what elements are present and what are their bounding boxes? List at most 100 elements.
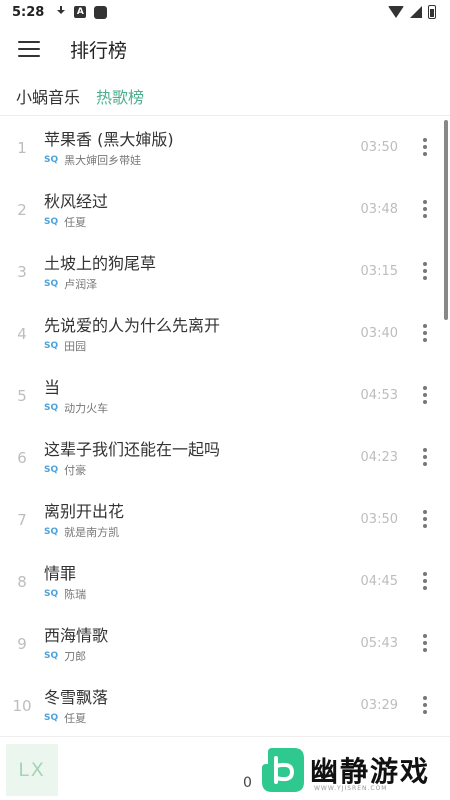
song-title: 离别开出花 — [44, 502, 125, 521]
quality-badge: SQ — [44, 341, 59, 351]
song-artist: 任夏 — [64, 216, 87, 229]
song-meta: SQ 动力火车 — [44, 400, 108, 416]
quality-badge: SQ — [44, 217, 59, 227]
song-rank: 7 — [17, 511, 27, 529]
player-cover[interactable]: LX — [6, 744, 58, 796]
more-options-icon[interactable] — [420, 200, 430, 218]
song-duration: 03:15 — [360, 264, 398, 279]
song-rank: 8 — [17, 573, 27, 591]
song-duration: 03:40 — [360, 326, 398, 341]
battery-icon — [428, 5, 436, 19]
quality-badge: SQ — [44, 279, 59, 289]
wifi-icon — [388, 6, 404, 18]
quality-badge: SQ — [44, 713, 59, 723]
quality-badge: SQ — [44, 403, 59, 413]
watermark-logo: 幽静游戏 WWW.YJISREN.COM — [262, 748, 442, 794]
song-duration: 03:50 — [360, 140, 398, 155]
quality-badge: SQ — [44, 527, 59, 537]
song-row[interactable]: 2 秋风经过 SQ 任夏 03:48 — [0, 178, 450, 240]
signal-icon — [410, 6, 422, 18]
song-artist: 刀郎 — [64, 650, 87, 663]
song-artist: 就是南方凯 — [64, 526, 120, 539]
song-row[interactable]: 9 西海情歌 SQ 刀郎 05:43 — [0, 612, 450, 674]
toolbar: 排行榜 — [0, 24, 450, 74]
status-bar: 5:28 A — [0, 0, 450, 24]
more-options-icon[interactable] — [420, 262, 430, 280]
song-row[interactable]: 6 这辈子我们还能在一起吗 SQ 付豪 04:23 — [0, 426, 450, 488]
watermark-name: 幽静游戏 — [310, 755, 431, 788]
song-meta: SQ 卢润泽 — [44, 276, 97, 292]
song-duration: 03:50 — [360, 512, 398, 527]
more-options-icon[interactable] — [420, 386, 430, 404]
download-icon — [56, 6, 66, 18]
song-meta: SQ 陈瑞 — [44, 586, 86, 602]
song-duration: 04:45 — [360, 574, 398, 589]
song-rank: 10 — [12, 697, 32, 715]
song-artist: 付豪 — [64, 464, 87, 477]
song-duration: 03:29 — [360, 698, 398, 713]
app-a-icon: A — [74, 6, 87, 18]
song-rank: 9 — [17, 635, 27, 653]
song-row[interactable]: 10 冬雪飘落 SQ 任夏 03:29 — [0, 674, 450, 736]
app-square-icon — [94, 5, 108, 19]
song-duration: 04:53 — [360, 388, 398, 403]
song-title: 这辈子我们还能在一起吗 — [44, 440, 221, 459]
song-row[interactable]: 5 当 SQ 动力火车 04:53 — [0, 364, 450, 426]
song-meta: SQ 刀郎 — [44, 648, 86, 664]
song-rank: 5 — [17, 387, 27, 405]
watermark-url: WWW.YJISREN.COM — [314, 785, 388, 792]
song-rank: 1 — [17, 139, 27, 157]
song-rank: 4 — [17, 325, 27, 343]
song-duration: 05:43 — [360, 636, 398, 651]
player-progress: 0 — [243, 775, 252, 791]
song-title: 秋风经过 — [44, 192, 109, 211]
song-meta: SQ 任夏 — [44, 710, 86, 726]
status-time: 5:28 — [12, 4, 45, 20]
song-row[interactable]: 3 土坡上的狗尾草 SQ 卢润泽 03:15 — [0, 240, 450, 302]
song-title: 苹果香 (黑大婶版) — [44, 130, 174, 149]
more-options-icon[interactable] — [420, 572, 430, 590]
more-options-icon[interactable] — [420, 510, 430, 528]
scrollbar[interactable] — [444, 120, 448, 320]
tab-xiaowo-music[interactable]: 小蜗音乐 — [16, 84, 80, 108]
source-tabs: 小蜗音乐 热歌榜 — [0, 78, 450, 114]
song-meta: SQ 就是南方凯 — [44, 524, 119, 540]
quality-badge: SQ — [44, 589, 59, 599]
quality-badge: SQ — [44, 651, 59, 661]
song-rank: 6 — [17, 449, 27, 467]
tab-hot-songs[interactable]: 热歌榜 — [96, 84, 144, 108]
quality-badge: SQ — [44, 155, 59, 165]
song-row[interactable]: 1 苹果香 (黑大婶版) SQ 黑大婶回乡带娃 03:50 — [0, 116, 450, 178]
more-options-icon[interactable] — [420, 138, 430, 156]
song-artist: 任夏 — [64, 712, 87, 725]
more-options-icon[interactable] — [420, 448, 430, 466]
more-options-icon[interactable] — [420, 696, 430, 714]
quality-badge: SQ — [44, 465, 59, 475]
song-meta: SQ 黑大婶回乡带娃 — [44, 152, 141, 168]
song-row[interactable]: 8 情罪 SQ 陈瑞 04:45 — [0, 550, 450, 612]
song-title: 西海情歌 — [44, 626, 109, 645]
song-artist: 田园 — [64, 340, 87, 353]
song-title: 冬雪飘落 — [44, 688, 109, 707]
song-artist: 卢润泽 — [64, 278, 98, 291]
song-meta: SQ 任夏 — [44, 214, 86, 230]
song-title: 土坡上的狗尾草 — [44, 254, 157, 273]
more-options-icon[interactable] — [420, 324, 430, 342]
song-rank: 3 — [17, 263, 27, 281]
song-artist: 陈瑞 — [64, 588, 87, 601]
song-artist: 黑大婶回乡带娃 — [64, 154, 142, 167]
song-title: 当 — [44, 378, 61, 397]
song-title: 先说爱的人为什么先离开 — [44, 316, 221, 335]
song-title: 情罪 — [44, 564, 77, 583]
song-list: 1 苹果香 (黑大婶版) SQ 黑大婶回乡带娃 03:50 2 秋风经过 SQ 任夏 03:48 3… — [0, 116, 450, 736]
song-rank: 2 — [17, 201, 27, 219]
page-title: 排行榜 — [70, 39, 128, 62]
song-meta: SQ 田园 — [44, 338, 86, 354]
song-row[interactable]: 7 离别开出花 SQ 就是南方凯 03:50 — [0, 488, 450, 550]
menu-icon[interactable] — [18, 41, 40, 57]
song-row[interactable]: 4 先说爱的人为什么先离开 SQ 田园 03:40 — [0, 302, 450, 364]
song-meta: SQ 付豪 — [44, 462, 86, 478]
watermark-icon — [262, 748, 304, 792]
song-artist: 动力火车 — [64, 402, 109, 415]
more-options-icon[interactable] — [420, 634, 430, 652]
